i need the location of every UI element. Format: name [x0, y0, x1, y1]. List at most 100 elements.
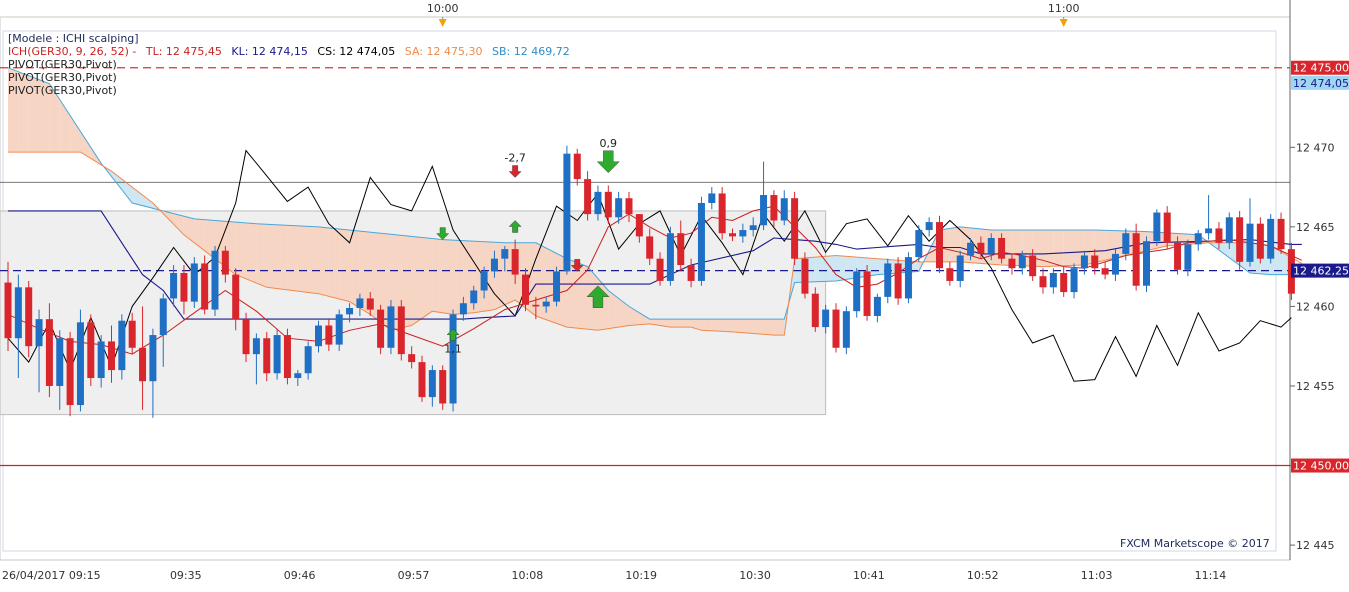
legend-pivot-3: PIVOT(GER30,Pivot)	[8, 84, 117, 97]
candle-body	[894, 263, 902, 299]
candle	[842, 306, 850, 355]
candle-body	[1060, 272, 1068, 293]
time-marker-label: 10:00	[427, 2, 459, 15]
candle-body	[66, 338, 74, 406]
x-tick-label: 10:08	[512, 569, 544, 582]
candle-body	[1049, 272, 1057, 288]
time-marker-label: 11:00	[1048, 2, 1080, 15]
candle-body	[1174, 242, 1182, 270]
cloud-segment	[246, 222, 257, 284]
cloud-segment	[256, 223, 267, 288]
candle-body	[1111, 253, 1119, 275]
candle-body	[822, 309, 830, 328]
legend-ichimoku-name: ICH(GER30, 9, 26, 52) -	[8, 45, 137, 58]
candle-body	[708, 193, 716, 203]
candle	[397, 300, 405, 361]
candle-body	[242, 319, 250, 355]
candle	[863, 265, 871, 321]
candle	[718, 187, 726, 240]
candle-body	[190, 263, 198, 302]
legend-chikou-value: CS: 12 474,05	[317, 45, 396, 58]
candle-body	[801, 258, 809, 294]
candle-body	[128, 320, 136, 348]
cloud-segment	[442, 239, 454, 315]
candle-body	[770, 195, 778, 221]
candle-body	[56, 338, 64, 386]
candle	[283, 328, 291, 385]
candle-body	[1018, 255, 1026, 269]
candle-body	[1029, 255, 1037, 277]
candle-body	[1163, 212, 1171, 243]
candle-body	[490, 258, 498, 272]
candle-body	[1153, 212, 1161, 242]
candle-body	[739, 230, 747, 237]
candle-body	[1008, 258, 1016, 269]
candle-body	[304, 346, 312, 374]
price-label: 12 474,05	[1293, 77, 1349, 90]
candle-body	[108, 341, 115, 371]
candle-body	[1080, 255, 1088, 269]
candle-body	[553, 271, 561, 302]
candle	[87, 314, 95, 386]
candle-body	[294, 373, 302, 379]
x-tick-label: 26/04/2017 09:15	[2, 569, 101, 582]
legend-ichimoku: ICH(GER30, 9, 26, 52) - TL: 12 475,45 KL…	[8, 45, 570, 58]
candle	[884, 258, 892, 304]
candle-body	[522, 274, 529, 305]
candle-body	[760, 195, 768, 226]
cloud-segment	[670, 319, 681, 328]
cloud-segment	[701, 319, 712, 331]
legend-kijun-value: KL: 12 474,15	[231, 45, 308, 58]
x-tick-label: 09:57	[398, 569, 430, 582]
candle-body	[1225, 217, 1233, 243]
candle-body	[97, 341, 105, 379]
candle-body	[1277, 218, 1285, 250]
candle-body	[449, 314, 457, 404]
candle	[449, 309, 457, 412]
candle-body	[542, 301, 550, 307]
candle-body	[346, 308, 354, 315]
watermark: FXCM Marketscope © 2017	[1120, 537, 1270, 550]
cloud-segment	[349, 230, 360, 308]
candle-body	[863, 271, 871, 316]
candle-body	[428, 370, 436, 398]
y-tick-label: 12 445	[1296, 539, 1335, 552]
candle-body	[677, 233, 685, 266]
candle-body	[1143, 241, 1150, 286]
candle-body	[1256, 223, 1264, 259]
candle	[853, 268, 861, 318]
candle-body	[149, 335, 157, 382]
cloud-segment	[432, 238, 443, 313]
price-label: 12 462,25	[1293, 265, 1349, 278]
cloud-segment	[711, 319, 723, 332]
candle	[832, 303, 840, 353]
x-tick-label: 11:03	[1081, 569, 1113, 582]
cloud-segment	[742, 319, 754, 334]
legend-senkou-b-value: SB: 12 469,72	[492, 45, 570, 58]
candle-body	[480, 271, 488, 291]
cloud-segment	[339, 229, 350, 302]
cloud-segment	[297, 225, 309, 293]
x-tick-label: 09:46	[284, 569, 316, 582]
candle-body	[977, 242, 985, 254]
candle-body	[573, 153, 581, 180]
candle-body	[987, 237, 995, 254]
candle-body	[873, 296, 881, 316]
candle	[553, 266, 561, 307]
candle-body	[604, 191, 612, 218]
candle-body	[842, 311, 850, 348]
candle-body	[335, 314, 343, 345]
legend-senkou-a-value: SA: 12 475,30	[404, 45, 483, 58]
candle-body	[14, 287, 22, 339]
cloud-segment	[266, 224, 278, 289]
candle	[1143, 236, 1150, 293]
candle-body	[687, 265, 695, 281]
candle-body	[904, 257, 912, 299]
candle	[190, 257, 198, 309]
candle-body	[211, 250, 219, 310]
candle-body	[967, 242, 975, 256]
candle-body	[35, 319, 43, 347]
candle-body	[170, 272, 178, 299]
cloud-segment	[1053, 230, 1064, 267]
y-tick-label: 12 465	[1296, 221, 1335, 234]
